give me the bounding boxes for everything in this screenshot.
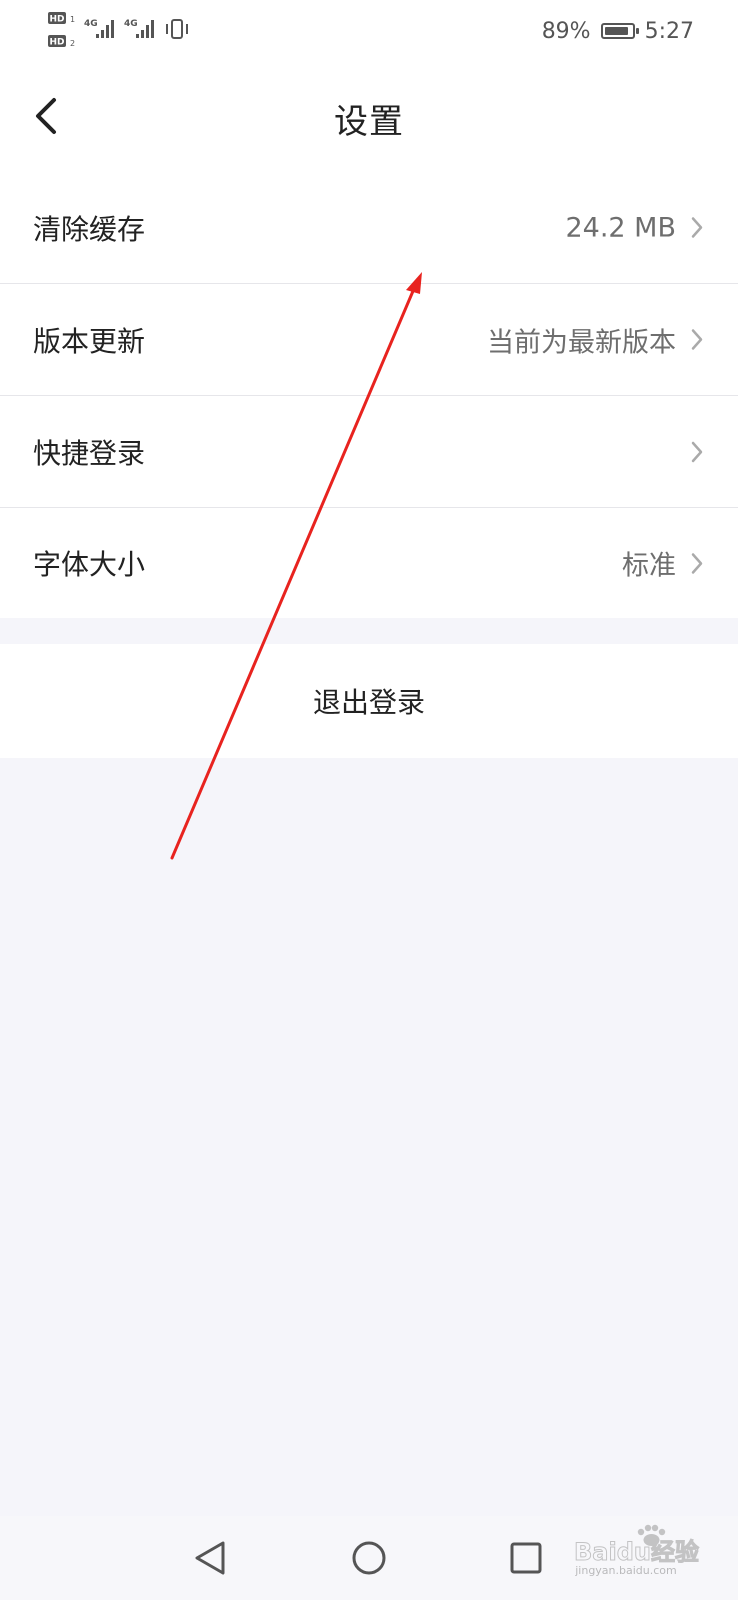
settings-row-quick-login[interactable]: 快捷登录 [0,396,738,508]
settings-row-clear-cache[interactable]: 清除缓存 24.2 MB [0,172,738,284]
chevron-right-icon [690,328,704,352]
circle-home-icon [352,1541,386,1575]
nav-home-button[interactable] [347,1536,391,1580]
chevron-right-icon [690,216,704,240]
logout-button[interactable]: 退出登录 [0,644,738,758]
triangle-back-icon [195,1541,225,1575]
chevron-right-icon [690,551,704,575]
page-title: 设置 [334,102,404,142]
watermark-brand: Baidu经验 [574,1538,699,1566]
hd-badge-2: HD [49,38,64,48]
sim-2-label: 2 [70,39,75,48]
settings-row-version-update[interactable]: 版本更新 当前为最新版本 [0,284,738,396]
status-bar: HD 1 HD 2 4G 4G 89% 5:27 [0,0,738,64]
signal-icon-1 [96,20,114,38]
signal-icon-2 [136,20,154,38]
row-value: 24.2 MB [565,212,676,243]
hd-badge-1: HD [49,15,64,25]
chevron-right-icon [690,440,704,464]
row-right [676,440,704,464]
battery-tip [635,28,639,34]
title-bar: 设置 [0,64,738,172]
nav-back-button[interactable] [188,1536,232,1580]
network-type-1: 4G [84,19,98,29]
nav-recents-button[interactable] [504,1536,548,1580]
square-recents-icon [510,1542,542,1574]
row-value: 当前为最新版本 [487,327,676,358]
vibrate-icon [166,19,188,39]
network-type-2: 4G [124,19,138,29]
row-right: 24.2 MB [565,212,704,243]
logout-label: 退出登录 [312,686,425,719]
section-divider [0,626,738,644]
row-label: 版本更新 [33,324,146,358]
clock: 5:27 [644,18,694,44]
watermark-url: jingyan.baidu.com [574,1564,677,1577]
battery-percent: 89% [541,18,591,44]
row-value: 标准 [622,550,676,582]
battery-icon [600,23,639,39]
row-label: 清除缓存 [33,212,146,246]
sim-1-label: 1 [70,15,75,24]
status-right: 89% 5:27 [542,16,694,46]
row-label: 字体大小 [33,548,146,581]
battery-fill [604,27,628,35]
baidu-watermark: Baidu经验 jingyan.baidu.com [574,1524,699,1577]
signal-indicators: HD 1 HD 2 4G 4G [48,12,188,48]
settings-list: 清除缓存 24.2 MB 版本更新 当前为最新版本 快捷登录 字体大小 标准 [0,172,738,618]
row-right: 当前为最新版本 [487,320,704,359]
row-right: 标准 [622,544,704,583]
row-label: 快捷登录 [33,436,146,470]
settings-row-font-size[interactable]: 字体大小 标准 [0,508,738,618]
